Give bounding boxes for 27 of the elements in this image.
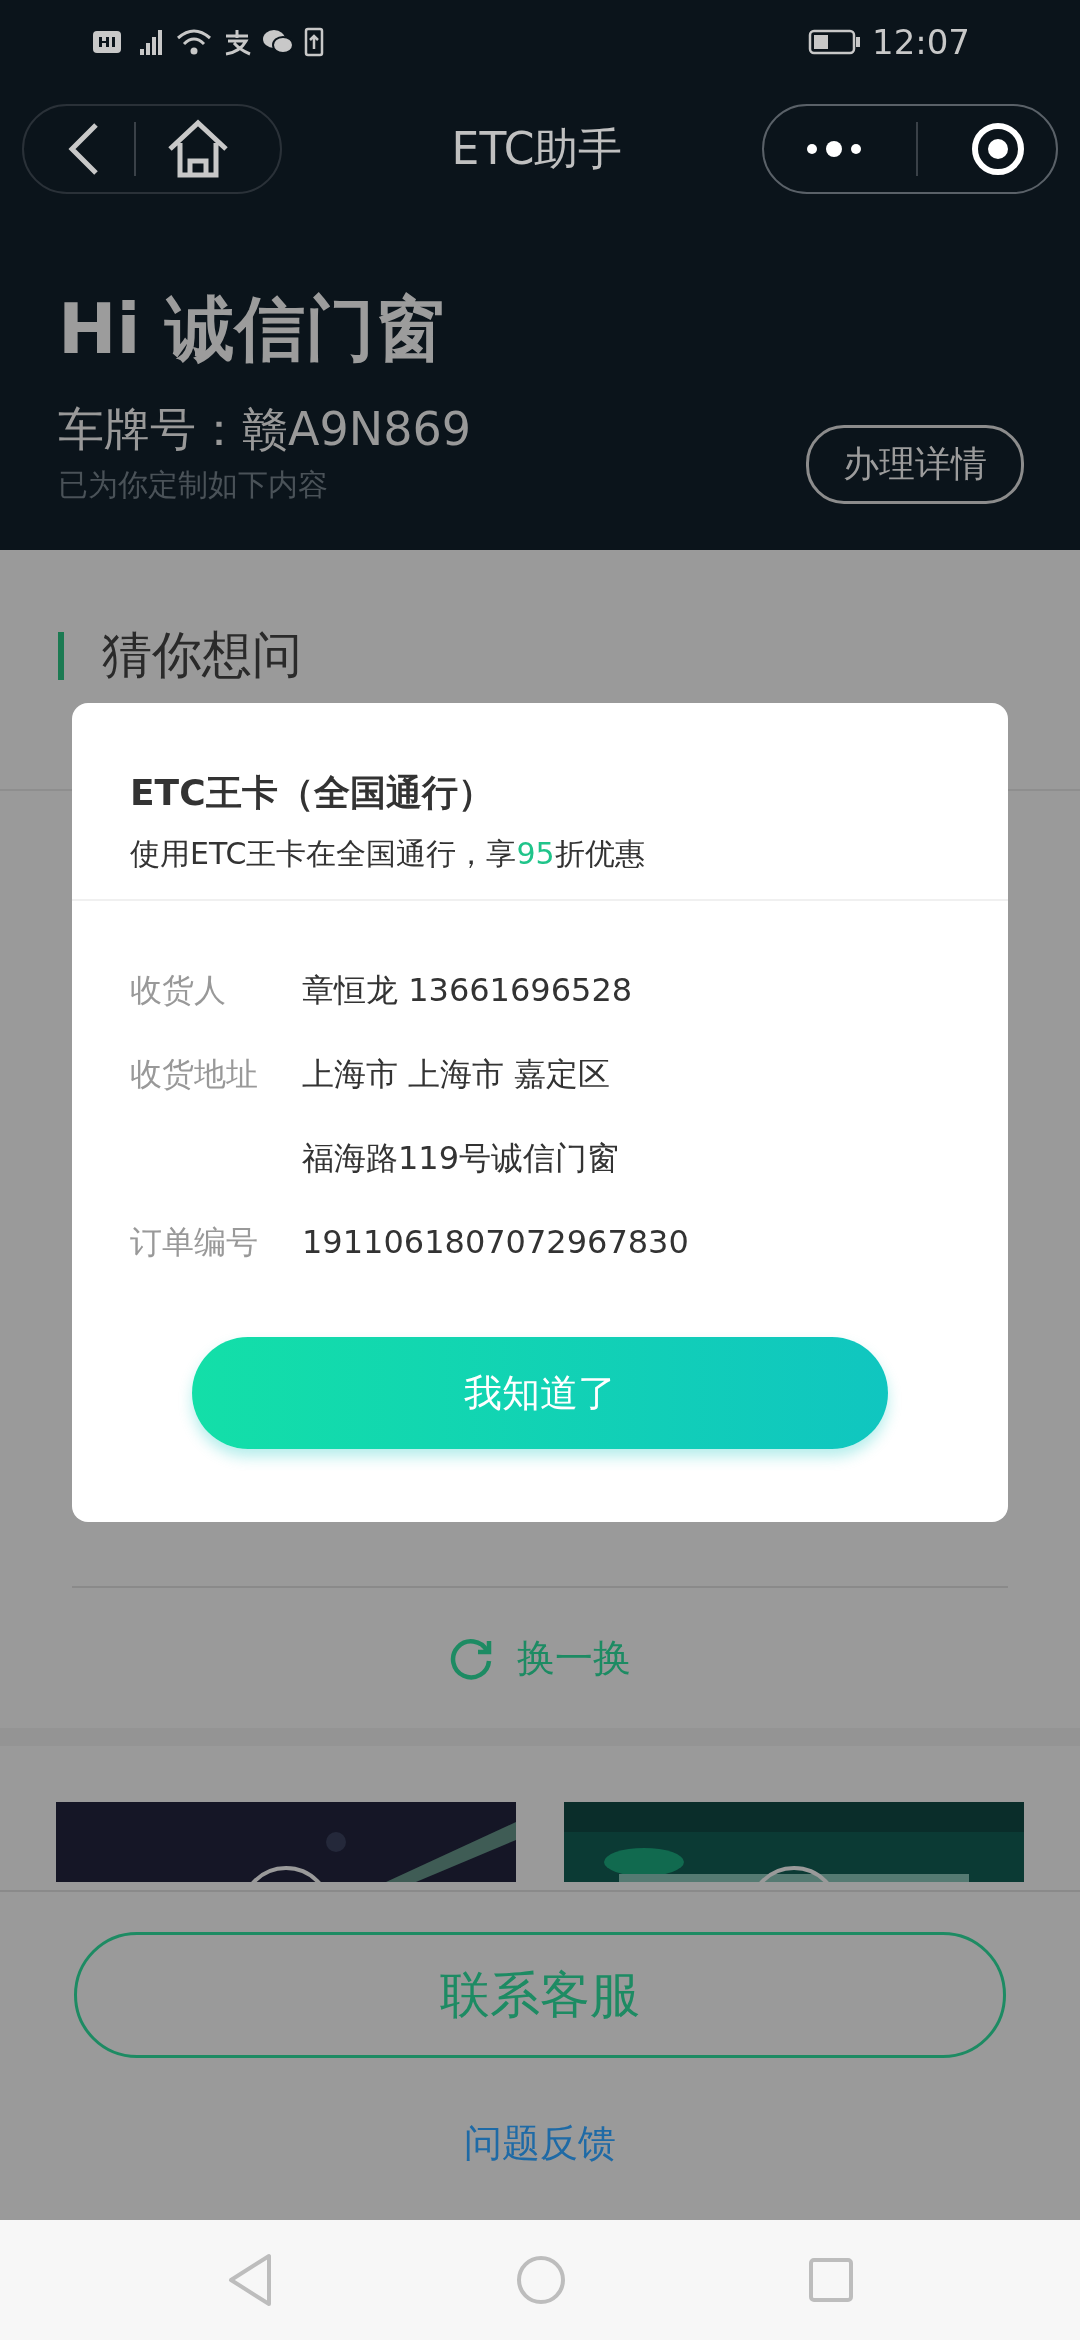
battery-icon — [808, 28, 862, 56]
field-label: 收货人 — [130, 970, 227, 1011]
hd-icon — [92, 30, 122, 54]
field-value: 上海市 上海市 嘉定区 — [302, 1054, 612, 1095]
contact-button[interactable]: 联系客服 — [74, 1932, 1006, 2058]
field-label: 订单编号 — [130, 1222, 259, 1263]
greeting: Hi 诚信门窗 — [58, 287, 446, 372]
field-value: 福海路119号诚信门窗 — [302, 1138, 620, 1179]
header-subtitle: 已为你定制如下内容 — [58, 466, 329, 504]
home-icon[interactable] — [166, 119, 230, 179]
more-icon[interactable] — [804, 139, 864, 159]
close-icon[interactable] — [970, 121, 1026, 177]
field-value: 章恒龙 13661696528 — [302, 970, 633, 1011]
upload-icon — [304, 27, 324, 57]
status-time: 12:07 — [872, 22, 970, 62]
refresh-button[interactable]: 换一换 — [0, 1588, 1080, 1728]
wifi-icon — [176, 28, 212, 56]
feedback-link[interactable]: 问题反馈 — [464, 2118, 616, 2169]
field-label: 收货地址 — [130, 1054, 259, 1095]
dialog-subtitle: 使用ETC王卡在全国通行，享95折优惠 — [130, 835, 646, 873]
field-value: 1911061807072967830 — [302, 1222, 689, 1263]
details-button[interactable]: 办理详情 — [806, 425, 1024, 504]
page-title: ETC助手 — [451, 121, 623, 176]
dialog-title: ETC王卡（全国通行） — [130, 771, 495, 815]
section-title: 猜你想问 — [102, 625, 302, 686]
plate-number: 车牌号：赣A9N869 — [58, 401, 471, 458]
confirm-button[interactable]: 我知道了 — [192, 1337, 888, 1449]
